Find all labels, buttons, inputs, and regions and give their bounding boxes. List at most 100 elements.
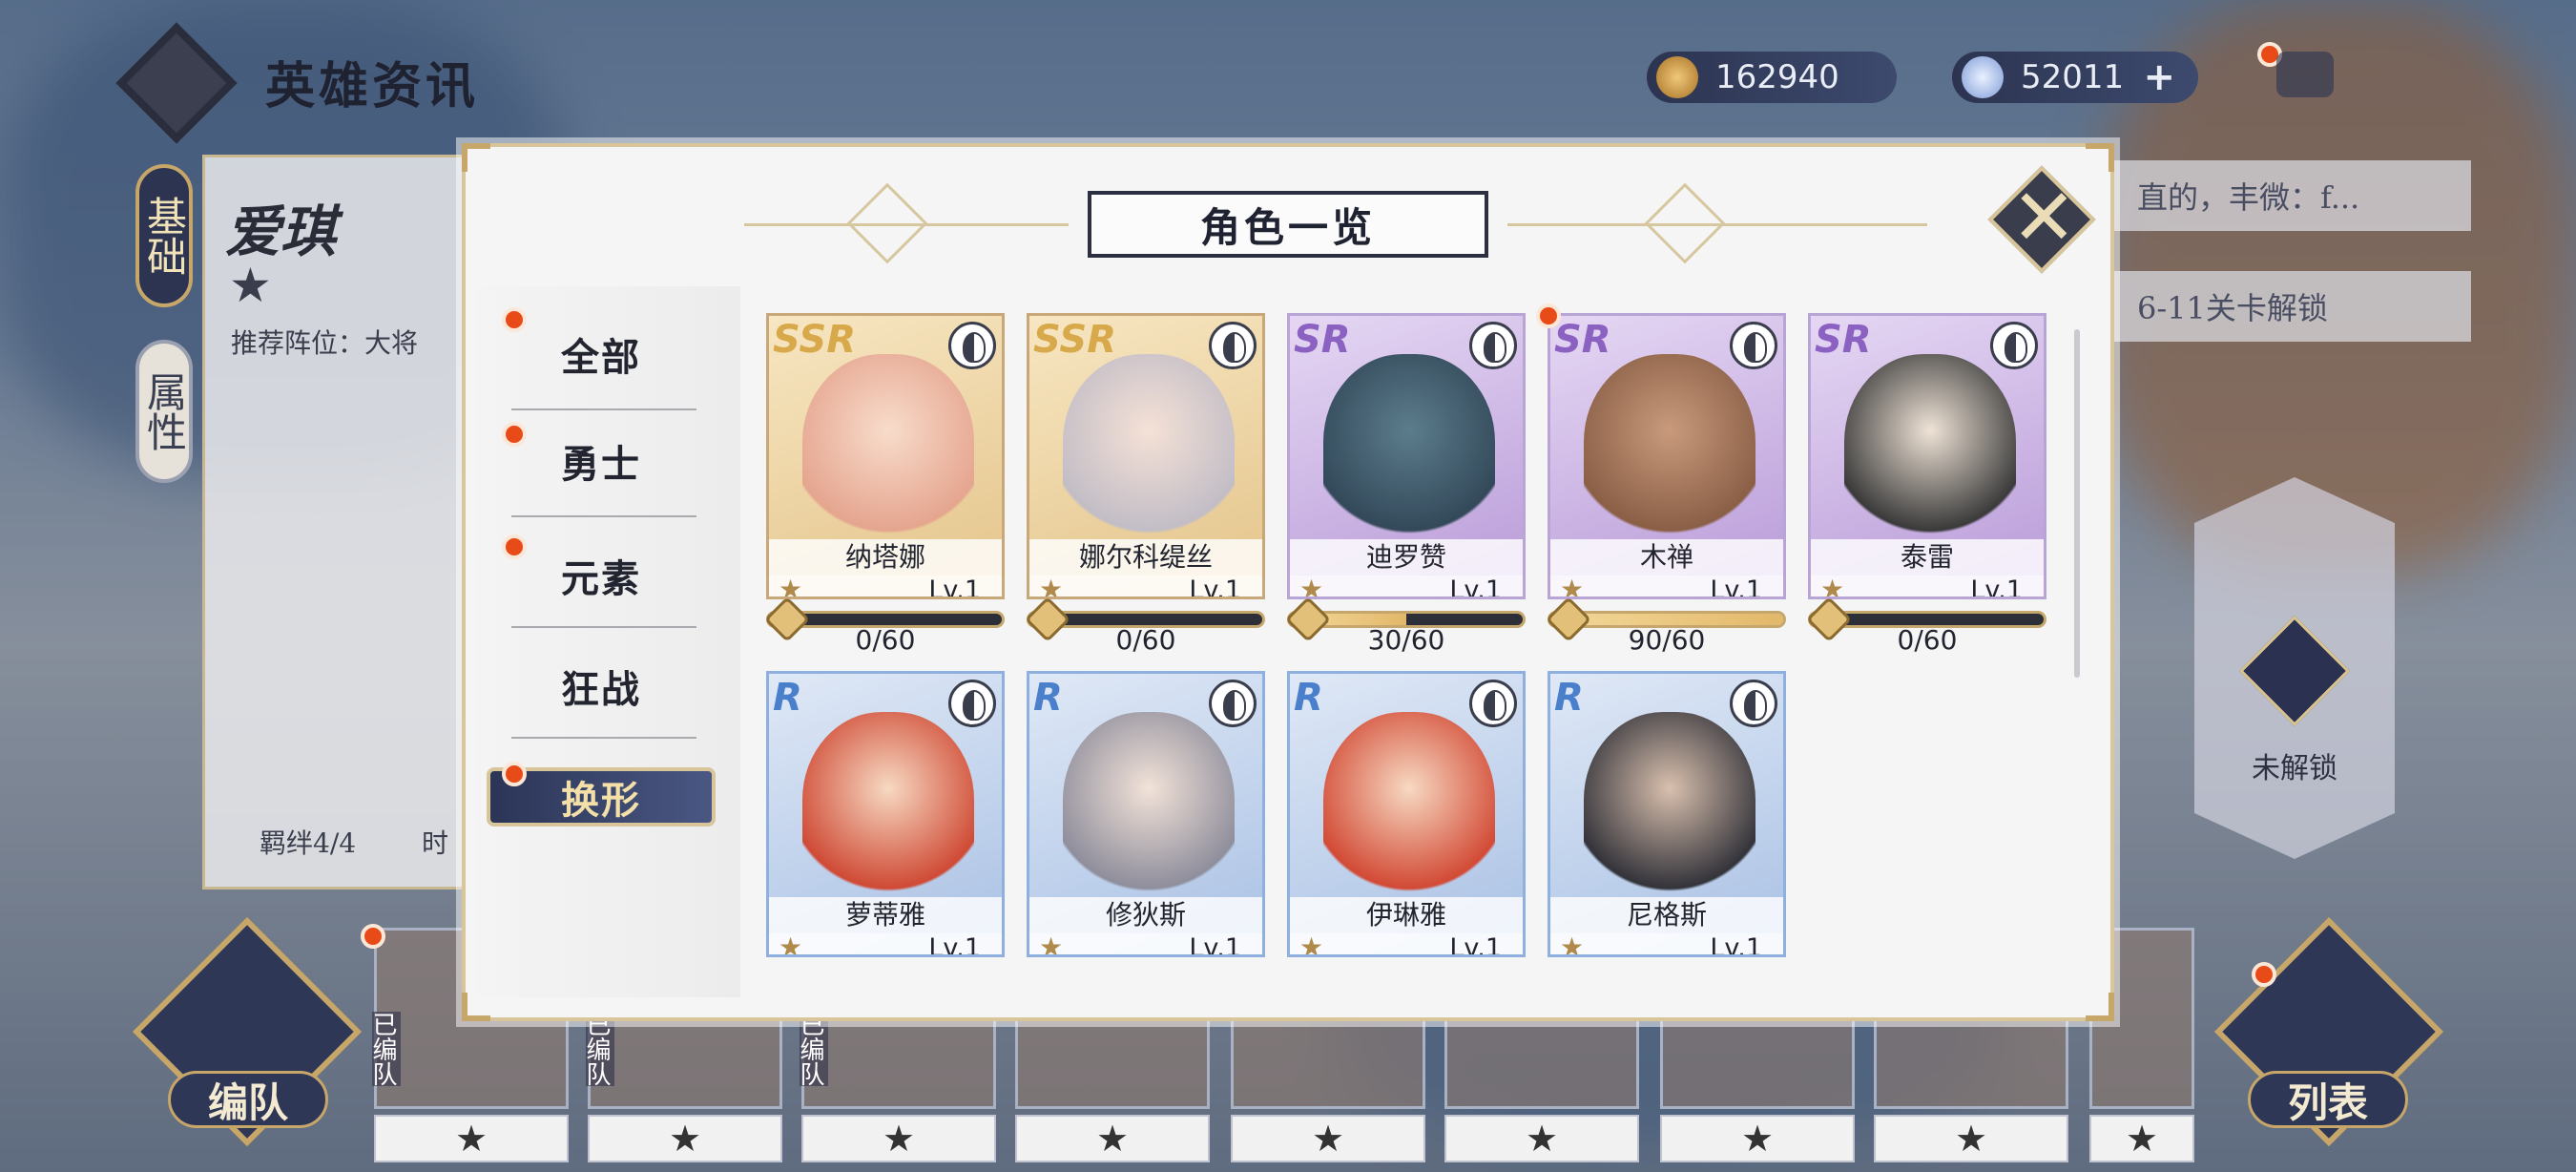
class-icon [1209, 322, 1257, 369]
hero-level: Lv.1 [1710, 933, 1762, 957]
chat-icon[interactable] [2276, 52, 2334, 97]
filter-warrior[interactable]: 勇士 [496, 433, 706, 489]
rarity-badge: R [773, 676, 802, 720]
filter-panel [475, 286, 740, 997]
shard-count: 0/60 [1897, 624, 1958, 656]
hero-card[interactable]: R 伊琳雅 ★ Lv.1 [1287, 671, 1526, 957]
rarity-badge: SSR [1033, 318, 1116, 362]
hero-level: Lv.1 [1970, 576, 2023, 599]
class-icon [1469, 322, 1517, 369]
filter-berserker[interactable]: 狂战 [496, 659, 706, 714]
hero-footer: ★ Lv.1 [1290, 931, 1523, 957]
hero-portrait [802, 712, 974, 903]
hero-name: 娜尔科缇丝 [1029, 539, 1262, 576]
star-icon: ★ [1560, 931, 1585, 957]
hero-level: Lv.1 [1449, 576, 1502, 599]
modal-corner [2086, 143, 2114, 172]
modal-corner [462, 143, 490, 172]
hero-card[interactable]: SR 泰雷 ★ Lv.1 [1808, 313, 2046, 599]
hero-card[interactable]: R 尼格斯 ★ Lv.1 [1548, 671, 1786, 957]
close-icon[interactable]: ✕ [2011, 176, 2077, 262]
team-button-label: 编队 [207, 1078, 288, 1126]
rarity-badge: R [1033, 676, 1063, 720]
notification-dot [1536, 303, 1561, 328]
slot-star: ★ [1874, 1115, 2068, 1162]
divider [511, 515, 696, 517]
list-button[interactable]: 列表 [2248, 1071, 2408, 1128]
filter-element[interactable]: 元素 [496, 548, 706, 603]
gold-coin-icon [1656, 56, 1698, 98]
rarity-badge: R [1554, 676, 1584, 720]
class-icon [948, 680, 996, 727]
shard-count: 0/60 [1115, 624, 1176, 656]
hero-name: 纳塔娜 [769, 539, 1002, 576]
team-button[interactable]: 编队 [168, 1071, 328, 1128]
slot-star: ★ [801, 1115, 996, 1162]
hero-card[interactable]: R 修狄斯 ★ Lv.1 [1027, 671, 1265, 957]
hero-level: Lv.1 [928, 933, 981, 957]
hero-card[interactable]: SR 迪罗赞 ★ Lv.1 [1287, 313, 1526, 599]
unlock-hint-entry[interactable]: 6-11关卡解锁 [2109, 271, 2471, 342]
hero-name: 尼格斯 [1550, 897, 1783, 933]
divider [511, 737, 696, 739]
hero-name: 爱琪 [225, 199, 337, 264]
hero-name: 迪罗赞 [1290, 539, 1523, 576]
list-button-label: 列表 [2287, 1078, 2368, 1126]
hero-name: 木禅 [1550, 539, 1783, 576]
tab-basic[interactable]: 基础 [135, 164, 193, 307]
locked-label: 未解锁 [2252, 752, 2337, 785]
add-gem-button[interactable]: + [2143, 55, 2175, 99]
hero-footer: ★ Lv.1 [1029, 574, 1262, 599]
divider [511, 408, 696, 410]
tab-attributes[interactable]: 属性 [135, 340, 193, 483]
shard-count: 90/60 [1628, 624, 1706, 656]
modal-corner [2086, 993, 2114, 1021]
gem-icon [1962, 56, 2004, 98]
hero-footer: ★ Lv.1 [769, 931, 1002, 957]
hero-portrait [802, 354, 974, 545]
gem-amount: 52011 [2021, 58, 2125, 96]
star-icon: ★ [1299, 931, 1324, 957]
recommended-position: 推荐阵位：大将 [231, 327, 419, 359]
class-icon [1209, 680, 1257, 727]
class-icon [1730, 322, 1777, 369]
hero-footer: ★ Lv.1 [1811, 574, 2044, 599]
rarity-badge: SSR [773, 318, 856, 362]
world-chat-entry[interactable]: 直的，丰微：f... [2109, 160, 2471, 231]
class-icon [1990, 322, 2038, 369]
filter-all[interactable]: 全部 [496, 326, 706, 382]
star-icon: ★ [1820, 574, 1845, 599]
rarity-badge: SR [1294, 318, 1351, 362]
hero-footer: ★ Lv.1 [1550, 931, 1783, 957]
bond-label[interactable]: 羁绊4/4 [260, 823, 356, 861]
in-team-tag: 已编队 [368, 1012, 401, 1086]
slot-star: ★ [1660, 1115, 1855, 1162]
gold-amount: 162940 [1715, 58, 1839, 96]
notification-dot [2252, 962, 2276, 987]
bond-label-2[interactable]: 时 [422, 823, 448, 861]
hero-card[interactable]: SSR 娜尔科缇丝 ★ Lv.1 [1027, 313, 1265, 599]
hero-footer: ★ Lv.1 [1029, 931, 1262, 957]
gem-currency[interactable]: 52011 + [1952, 52, 2198, 103]
star-icon: ★ [1039, 931, 1064, 957]
hero-name: 修狄斯 [1029, 897, 1262, 933]
list-scrollbar[interactable] [2074, 329, 2080, 678]
star-icon: ★ [1299, 574, 1324, 599]
hero-portrait [1323, 354, 1495, 545]
hero-card[interactable]: R 萝蒂雅 ★ Lv.1 [766, 671, 1005, 957]
hero-name: 伊琳雅 [1290, 897, 1523, 933]
hero-footer: ★ Lv.1 [769, 574, 1002, 599]
hero-card[interactable]: SR 木禅 ★ Lv.1 [1548, 313, 1786, 599]
slot-star: ★ [1444, 1115, 1639, 1162]
slot-star: ★ [374, 1115, 569, 1162]
class-icon [1730, 680, 1777, 727]
page-title: 英雄资讯 [265, 57, 480, 115]
hero-level: Lv.1 [1189, 576, 1241, 599]
star-icon: ★ [779, 574, 803, 599]
rarity-badge: SR [1815, 318, 1872, 362]
star-icon: ★ [1560, 574, 1585, 599]
hero-footer: ★ Lv.1 [1290, 574, 1523, 599]
hero-star: ★ [229, 258, 272, 313]
hero-card[interactable]: SSR 纳塔娜 ★ Lv.1 [766, 313, 1005, 599]
hero-portrait [1323, 712, 1495, 903]
